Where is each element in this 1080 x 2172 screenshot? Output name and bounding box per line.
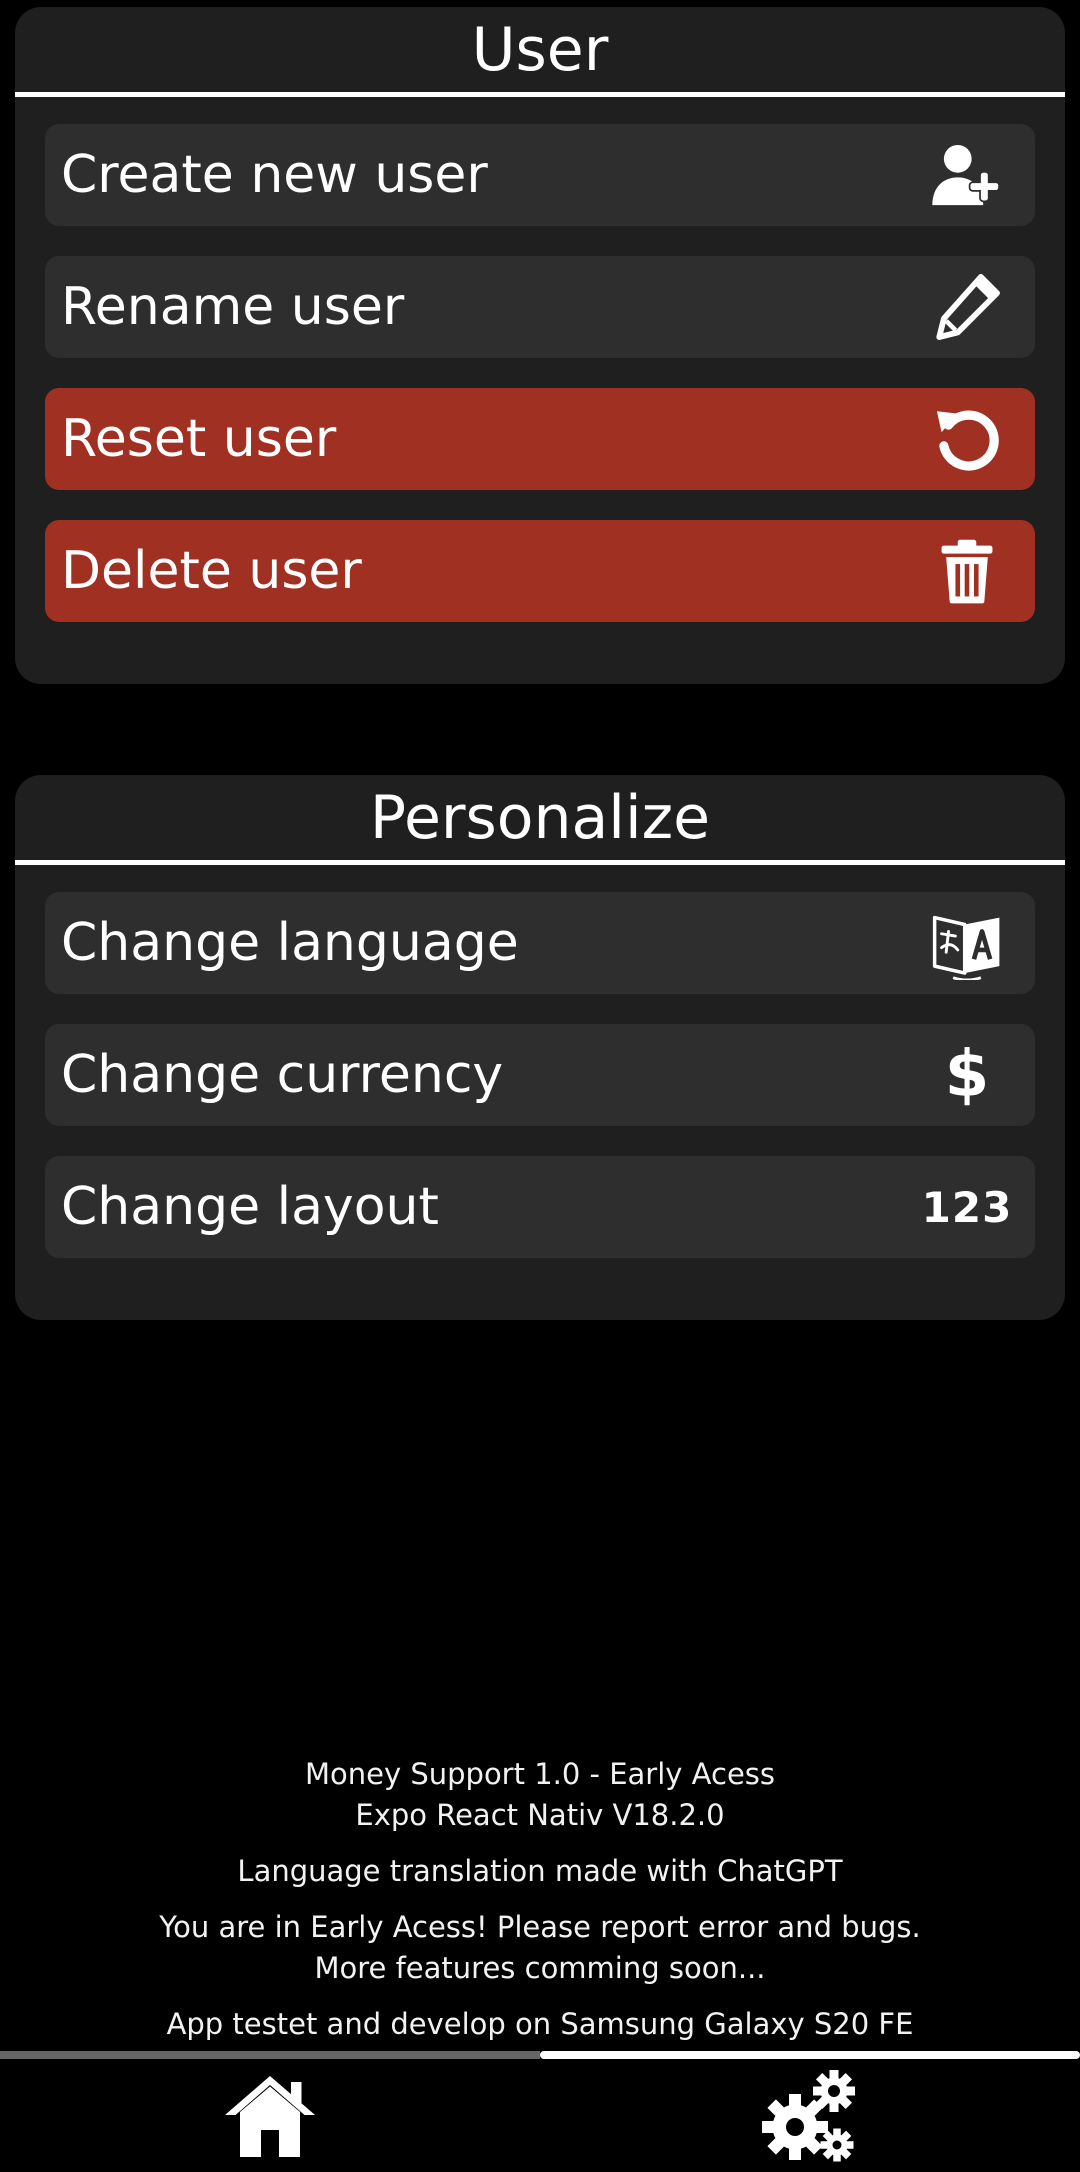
personalize-panel-title: Personalize xyxy=(15,775,1065,865)
numbers-icon: 123 xyxy=(921,1182,1013,1232)
add-user-icon xyxy=(927,135,1007,215)
home-icon xyxy=(222,2067,318,2167)
rename-user-label: Rename user xyxy=(61,277,405,337)
personalize-options-list: Change language Change currency $ Change… xyxy=(15,865,1065,1258)
device-note-text: App testet and develop on Samsung Galaxy… xyxy=(166,2007,914,2041)
change-language-button[interactable]: Change language xyxy=(45,892,1035,994)
home-tab-indicator xyxy=(0,2051,540,2059)
app-version-text: Money Support 1.0 - Early Acess xyxy=(304,1757,776,1791)
change-layout-label: Change layout xyxy=(61,1177,439,1237)
change-currency-button[interactable]: Change currency $ xyxy=(45,1024,1035,1126)
reset-user-button[interactable]: Reset user xyxy=(45,388,1035,490)
tab-home[interactable] xyxy=(0,2062,540,2172)
personalize-panel: Personalize Change language Change curre… xyxy=(15,775,1065,1320)
create-new-user-label: Create new user xyxy=(61,145,488,205)
trash-icon xyxy=(927,531,1007,611)
coming-soon-text: More features comming soon... xyxy=(314,1951,766,1985)
early-access-text: You are in Early Acess! Please report er… xyxy=(159,1910,921,1944)
bottom-tab-bar xyxy=(0,2062,1080,2172)
create-new-user-button[interactable]: Create new user xyxy=(45,124,1035,226)
settings-tab-indicator xyxy=(540,2051,1080,2059)
app-info-footer: Money Support 1.0 - Early Acess Expo Rea… xyxy=(0,1754,1080,2045)
user-panel: User Create new user Rename user Reset u… xyxy=(15,7,1065,684)
translation-note-text: Language translation made with ChatGPT xyxy=(237,1854,843,1888)
delete-user-label: Delete user xyxy=(61,541,362,601)
dollar-icon: $ xyxy=(944,1038,990,1112)
user-options-list: Create new user Rename user Reset user D… xyxy=(15,97,1065,622)
tab-settings[interactable] xyxy=(540,2062,1080,2172)
rename-user-button[interactable]: Rename user xyxy=(45,256,1035,358)
user-panel-title: User xyxy=(15,7,1065,97)
change-layout-button[interactable]: Change layout 123 xyxy=(45,1156,1035,1258)
change-currency-label: Change currency xyxy=(61,1045,504,1105)
pencil-icon xyxy=(927,267,1007,347)
change-language-label: Change language xyxy=(61,913,519,973)
gears-icon xyxy=(762,2067,858,2167)
framework-text: Expo React Nativ V18.2.0 xyxy=(355,1798,725,1832)
reset-icon xyxy=(927,399,1007,479)
translate-icon xyxy=(927,903,1007,983)
delete-user-button[interactable]: Delete user xyxy=(45,520,1035,622)
reset-user-label: Reset user xyxy=(61,409,337,469)
